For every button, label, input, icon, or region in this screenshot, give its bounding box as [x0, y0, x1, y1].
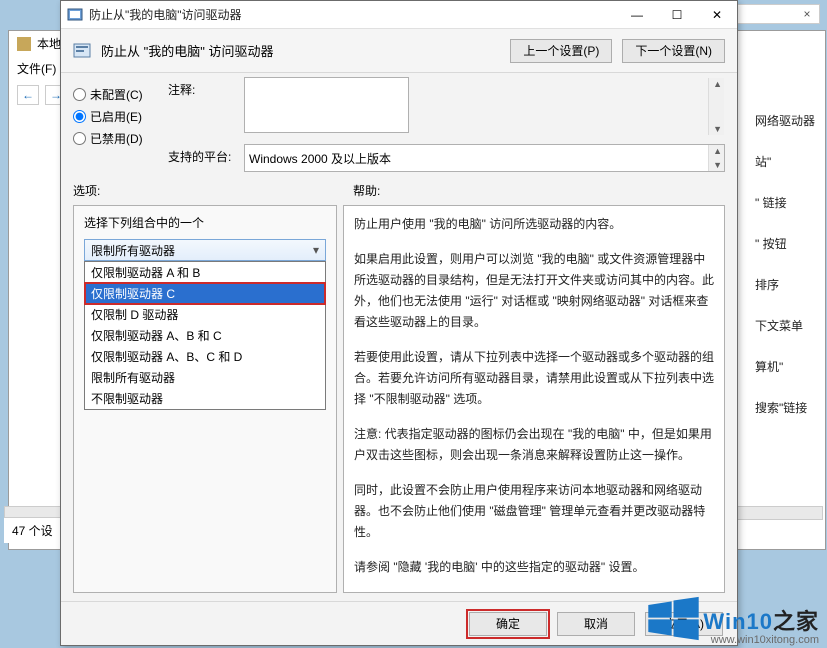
app-icon [67, 7, 83, 23]
help-paragraph: 若要使用此设置，请从下拉列表中选择一个驱动器或多个驱动器的组合。若要允许访问所有… [354, 347, 714, 410]
radio-input[interactable] [73, 110, 86, 123]
combo-value: 限制所有驱动器 [91, 242, 175, 259]
nav-back-button[interactable]: ← [17, 85, 39, 105]
watermark-text: Win10之家 [703, 604, 819, 636]
window-title: 防止从"我的电脑"访问驱动器 [89, 6, 617, 23]
watermark-brand2: 之家 [773, 609, 819, 634]
maximize-button[interactable]: ☐ [657, 2, 697, 28]
scroll-up-icon[interactable]: ▲ [713, 79, 722, 89]
watermark: Win10之家 www.win10xitong.com [646, 596, 819, 644]
radio-label: 已启用(E) [90, 108, 142, 125]
help-paragraph: 请参阅 "隐藏 '我的电脑' 中的这些指定的驱动器" 设置。 [354, 557, 714, 578]
status-count: 47 个设 [4, 517, 64, 543]
prev-setting-button[interactable]: 上一个设置(P) [510, 39, 612, 63]
radio-not-configured[interactable]: 未配置(C) [73, 86, 168, 103]
radio-label: 未配置(C) [90, 86, 143, 103]
titlebar: 防止从"我的电脑"访问驱动器 — ☐ ✕ [61, 1, 737, 29]
bg-label: 排序 [751, 274, 821, 295]
options-label: 选项: [73, 182, 353, 199]
state-radio-group: 未配置(C) 已启用(E) 已禁用(D) [73, 77, 168, 172]
bg-label: 下文菜单 [751, 315, 821, 336]
options-pane: 选择下列组合中的一个 限制所有驱动器 仅限制驱动器 A 和 B 仅限制驱动器 C… [73, 205, 337, 593]
background-side-labels: 网络驱动器 站" " 链接 " 按钮 排序 下文菜单 算机" 搜索"链接 [751, 110, 821, 418]
help-paragraph: 防止用户使用 "我的电脑" 访问所选驱动器的内容。 [354, 214, 714, 235]
combo-display[interactable]: 限制所有驱动器 [84, 239, 326, 261]
combo-option[interactable]: 仅限制驱动器 A、B、C 和 D [85, 346, 325, 367]
drive-combo[interactable]: 限制所有驱动器 仅限制驱动器 A 和 B 仅限制驱动器 C 仅限制 D 驱动器 … [84, 239, 326, 261]
bg-label: 搜索"链接 [751, 397, 821, 418]
policy-title: 防止从 "我的电脑" 访问驱动器 [101, 41, 500, 60]
comment-input[interactable] [244, 77, 409, 133]
radio-input[interactable] [73, 88, 86, 101]
scroll-down-icon[interactable]: ▼ [713, 160, 722, 170]
combo-group-label: 选择下列组合中的一个 [84, 214, 326, 231]
header-row: 防止从 "我的电脑" 访问驱动器 上一个设置(P) 下一个设置(N) [61, 29, 737, 73]
help-paragraph: 注意: 代表指定驱动器的图标仍会出现在 "我的电脑" 中，但是如果用户双击这些图… [354, 424, 714, 466]
platform-label: 支持的平台: [168, 144, 232, 165]
platform-value: Windows 2000 及以上版本 [244, 144, 725, 172]
ok-button[interactable]: 确定 [469, 612, 547, 636]
bg-label: 算机" [751, 356, 821, 377]
next-setting-button[interactable]: 下一个设置(N) [622, 39, 725, 63]
platform-text: Windows 2000 及以上版本 [249, 150, 391, 167]
windows-logo-icon [646, 596, 701, 644]
comment-label: 注释: [168, 77, 232, 98]
combo-option[interactable]: 限制所有驱动器 [85, 367, 325, 388]
bg-label: " 链接 [751, 192, 821, 213]
help-label: 帮助: [353, 182, 380, 199]
combo-option[interactable]: 不限制驱动器 [85, 388, 325, 409]
bg-label: 站" [751, 151, 821, 172]
help-pane: 防止用户使用 "我的电脑" 访问所选驱动器的内容。 如果启用此设置，则用户可以浏… [343, 205, 725, 593]
radio-input[interactable] [73, 132, 86, 145]
combo-option[interactable]: 仅限制驱动器 C [85, 283, 325, 304]
cancel-button[interactable]: 取消 [557, 612, 635, 636]
bg-label: " 按钮 [751, 233, 821, 254]
combo-dropdown: 仅限制驱动器 A 和 B 仅限制驱动器 C 仅限制 D 驱动器 仅限制驱动器 A… [84, 261, 326, 410]
policy-dialog: 防止从"我的电脑"访问驱动器 — ☐ ✕ 防止从 "我的电脑" 访问驱动器 上一… [60, 0, 738, 646]
folder-icon [17, 37, 31, 51]
scroll-up-icon[interactable]: ▲ [713, 146, 722, 156]
help-paragraph: 如果启用此设置，则用户可以浏览 "我的电脑" 或文件资源管理器中所选驱动器的目录… [354, 249, 714, 333]
dialog-footer: 确定 取消 应用(A) [61, 601, 737, 645]
minimize-button[interactable]: — [617, 2, 657, 28]
radio-label: 已禁用(D) [90, 130, 143, 147]
close-icon: × [799, 7, 815, 21]
combo-option[interactable]: 仅限制 D 驱动器 [85, 304, 325, 325]
scroll-down-icon[interactable]: ▼ [713, 124, 722, 134]
watermark-brand1: Win10 [703, 609, 773, 634]
bg-label: 网络驱动器 [751, 110, 821, 131]
policy-icon [73, 42, 91, 60]
close-button[interactable]: ✕ [697, 2, 737, 28]
help-paragraph: 同时，此设置不会防止用户使用程序来访问本地驱动器和网络驱动器。也不会防止他们使用… [354, 480, 714, 543]
bg-console-title: 本地 [37, 35, 61, 52]
combo-option[interactable]: 仅限制驱动器 A、B 和 C [85, 325, 325, 346]
combo-option[interactable]: 仅限制驱动器 A 和 B [85, 262, 325, 283]
radio-disabled[interactable]: 已禁用(D) [73, 130, 168, 147]
radio-enabled[interactable]: 已启用(E) [73, 108, 168, 125]
watermark-url: www.win10xitong.com [711, 634, 819, 646]
